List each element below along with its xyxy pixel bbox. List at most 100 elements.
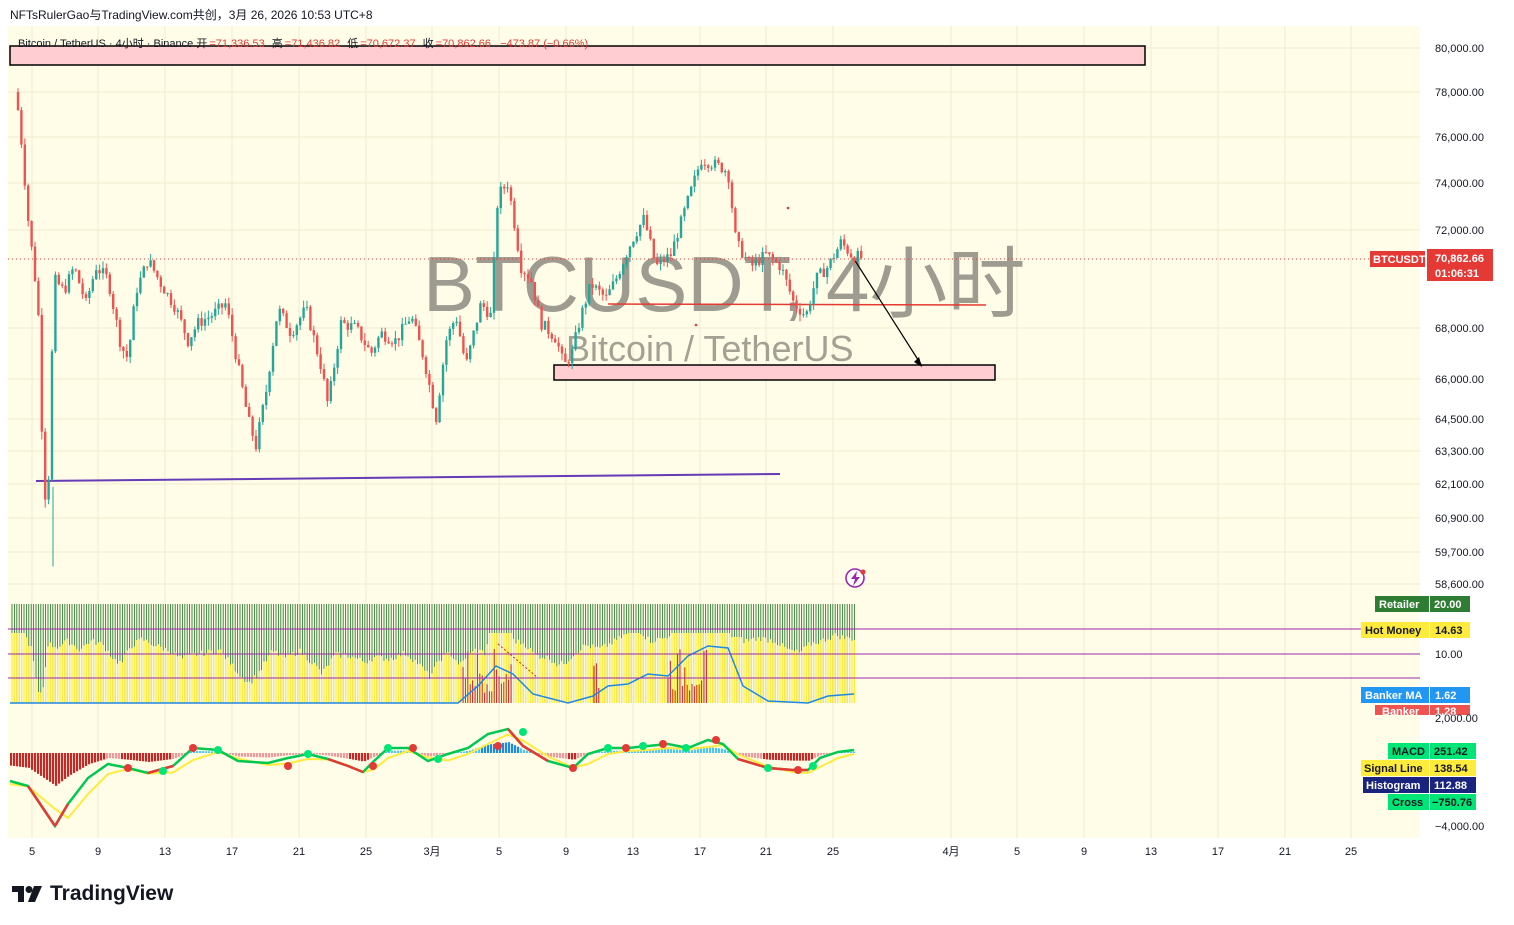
date-tick-label: 5 xyxy=(29,846,35,858)
macd-histogram-bar xyxy=(670,749,673,753)
candle-body xyxy=(693,175,696,187)
price-tick-label: 76,000.00 xyxy=(1435,132,1484,144)
macd-histogram-bar xyxy=(664,749,667,753)
cross-dot xyxy=(604,744,612,752)
candle-body xyxy=(197,318,200,330)
candle-body xyxy=(251,416,254,436)
macd-histogram-bar xyxy=(325,753,328,756)
macd-histogram-bar xyxy=(97,753,100,762)
macd-histogram-bar xyxy=(466,751,469,753)
open-value: =71,336.53 xyxy=(209,38,265,50)
candle-body xyxy=(319,354,322,370)
macd-histogram-bar xyxy=(202,751,205,753)
macd-histogram-bar xyxy=(103,753,106,760)
low-label: 低 xyxy=(347,38,359,50)
macd-histogram-bar xyxy=(805,753,808,761)
candle-body xyxy=(649,229,652,239)
svg-text:70,862.66: 70,862.66 xyxy=(1435,253,1484,265)
candle-body xyxy=(479,303,482,323)
macd-histogram-bar xyxy=(289,753,292,756)
date-tick-label: 13 xyxy=(627,846,639,858)
candle-body xyxy=(632,241,635,247)
svg-text:BTCUSDT: BTCUSDT xyxy=(1373,254,1426,266)
price-tick-label: 68,000.00 xyxy=(1435,323,1484,335)
retailer-tag: Retailer 20.00 xyxy=(1375,596,1470,612)
candle-body xyxy=(836,249,839,259)
candle-body xyxy=(849,253,853,258)
macd-histogram-bar xyxy=(577,753,580,759)
macd-histogram-bar xyxy=(772,753,775,760)
chart-frame[interactable]: BTCUSDT, 4小时 Bitcoin / TetherUS 80,000.0… xyxy=(8,26,1504,866)
candle-body xyxy=(312,330,315,336)
date-tick-label: 25 xyxy=(827,846,839,858)
candle-body xyxy=(737,232,740,242)
macd-histogram-bar xyxy=(718,748,721,753)
price-tick-label: 72,000.00 xyxy=(1435,225,1484,237)
candle-body xyxy=(567,361,570,364)
candle-body xyxy=(353,323,356,325)
candle-body xyxy=(346,322,349,330)
macd-histogram-bar xyxy=(49,753,52,782)
macd-histogram-bar xyxy=(523,749,526,753)
candle-body xyxy=(241,365,244,387)
cross-dot xyxy=(434,755,442,763)
date-tick-label: 25 xyxy=(1345,846,1357,858)
candle-body xyxy=(377,337,380,348)
macd-histogram-bar xyxy=(349,753,352,760)
macd-histogram-bar xyxy=(334,753,337,757)
candle-body xyxy=(625,257,628,265)
macd-histogram-bar xyxy=(121,753,124,760)
macd-histogram-bar xyxy=(526,750,529,753)
macd-histogram-bar xyxy=(136,753,139,761)
macd-histogram-bar xyxy=(55,753,58,786)
macd-histogram-bar xyxy=(766,753,769,760)
macd-histogram-bar xyxy=(145,753,148,762)
macd-histogram-bar xyxy=(340,753,343,758)
date-tick-label: 21 xyxy=(760,846,772,858)
candle-body xyxy=(71,269,74,275)
macd-histogram-bar xyxy=(13,753,16,766)
candle-body xyxy=(465,353,468,360)
change-value: −473.87 (−0.66%) xyxy=(500,38,589,50)
macd-histogram-bar xyxy=(724,749,727,753)
macd-histogram-bar xyxy=(799,753,802,761)
candle-body xyxy=(156,270,159,278)
macd-histogram-bar xyxy=(28,753,31,768)
candle-body xyxy=(686,195,689,209)
marker-dot xyxy=(786,206,790,210)
osc-bottom-label: −4,000.00 xyxy=(1435,821,1484,833)
candle-body xyxy=(169,293,173,306)
candle-body xyxy=(285,313,288,328)
candle-body xyxy=(564,353,567,362)
macd-histogram-bar xyxy=(295,753,298,755)
macd-histogram-bar xyxy=(604,751,607,753)
candle-body xyxy=(414,318,417,326)
macd-histogram-bar xyxy=(34,753,37,772)
candle-body xyxy=(37,281,40,316)
tradingview-logo-icon xyxy=(12,886,42,902)
macd-histogram-bar xyxy=(91,753,94,764)
plot-background xyxy=(8,26,1420,838)
candle-body xyxy=(758,259,761,265)
candle-body xyxy=(540,306,543,330)
macd-histogram-bar xyxy=(430,753,433,757)
candle-body xyxy=(373,347,377,353)
candle-body xyxy=(244,386,247,407)
macd-histogram-bar xyxy=(580,753,583,757)
candle-body xyxy=(108,274,111,294)
candle-body xyxy=(703,164,706,166)
candle-body xyxy=(741,241,744,258)
macd-histogram-bar xyxy=(64,753,67,779)
price-tick-label: 74,000.00 xyxy=(1435,178,1484,190)
tradingview-logo[interactable]: TradingView xyxy=(12,882,173,906)
candle-body xyxy=(537,300,540,307)
svg-text:Hot Money: Hot Money xyxy=(1365,625,1422,637)
macd-histogram-bar xyxy=(817,753,820,757)
candle-body xyxy=(768,252,771,255)
date-tick-label: 21 xyxy=(1279,846,1291,858)
macd-histogram-bar xyxy=(787,753,790,761)
candle-body xyxy=(489,312,492,318)
macd-histogram-bar xyxy=(514,745,517,753)
cross-dot xyxy=(622,744,630,752)
macd-histogram-bar xyxy=(370,753,373,759)
